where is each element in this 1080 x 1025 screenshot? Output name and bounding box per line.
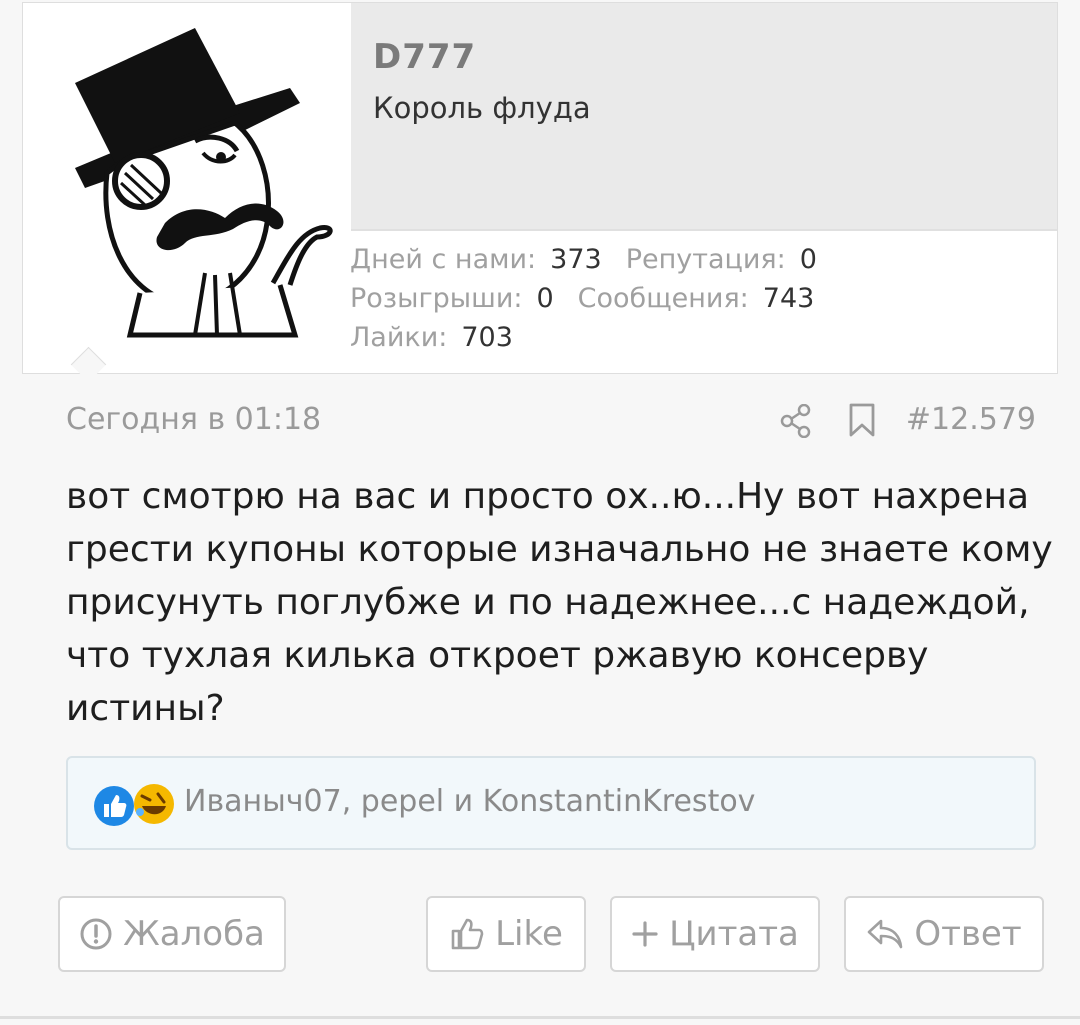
likes-label: Лайки: <box>350 322 448 353</box>
avatar[interactable] <box>23 3 351 373</box>
post-body: вот смотрю на вас и просто ох..ю...Ну во… <box>66 476 1053 729</box>
like-label: Like <box>495 914 563 954</box>
alert-circle-icon <box>80 918 112 950</box>
post-meta: Сегодня в 01:18 #12.579 <box>66 400 1036 446</box>
gentleman-meme-avatar-icon <box>75 28 333 338</box>
plus-icon <box>632 921 658 947</box>
report-button[interactable]: Жалоба <box>58 896 286 972</box>
user-title: Король флуда <box>373 91 591 125</box>
username[interactable]: D777 <box>373 37 476 77</box>
share-icon[interactable] <box>780 403 812 446</box>
post-date[interactable]: Сегодня в 01:18 <box>66 402 321 437</box>
like-reaction-icon <box>92 784 136 832</box>
user-stats: Дней с нами: 373 Репутация: 0 Розыгрыши: 0 Со… <box>350 240 841 357</box>
quote-button[interactable]: Цитата <box>610 896 820 972</box>
likes-value: 703 <box>461 322 513 353</box>
reactions-bar[interactable]: Иваныч07, pepel и KonstantinKrestov <box>66 756 1036 850</box>
reply-label: Ответ <box>914 914 1022 954</box>
reply-arrow-icon <box>868 919 903 949</box>
thumbs-up-icon <box>451 918 484 950</box>
laugh-reaction-icon <box>132 782 176 830</box>
user-header: D777 Король флуда <box>351 3 1057 231</box>
messages-value: 743 <box>762 283 815 314</box>
reputation-value: 0 <box>799 244 817 275</box>
bookmark-icon[interactable] <box>848 402 876 446</box>
messages-label: Сообщения: <box>577 283 749 314</box>
reaction-users[interactable]: Иваныч07, pepel и KonstantinKrestov <box>184 784 755 819</box>
raffles-value: 0 <box>536 283 554 314</box>
reputation-label: Репутация: <box>625 244 786 275</box>
report-label: Жалоба <box>123 914 265 954</box>
days-label: Дней с нами: <box>350 244 537 275</box>
divider <box>0 1016 1080 1019</box>
days-value: 373 <box>550 244 602 275</box>
reply-button[interactable]: Ответ <box>844 896 1044 972</box>
post-number[interactable]: #12.579 <box>906 402 1036 437</box>
raffles-label: Розыгрыши: <box>350 283 523 314</box>
quote-label: Цитата <box>669 914 799 954</box>
like-button[interactable]: Like <box>426 896 586 972</box>
